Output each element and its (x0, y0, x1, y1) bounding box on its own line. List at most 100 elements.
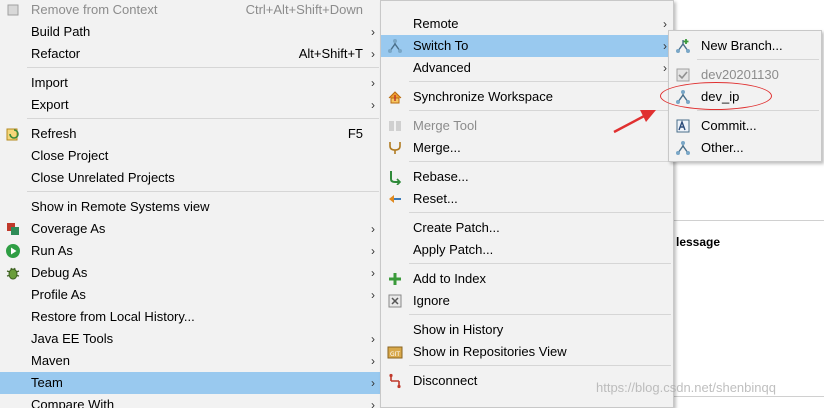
menu-item-coverage-as[interactable]: Coverage As › (0, 218, 381, 240)
menu-item-team[interactable]: Team › (0, 372, 381, 394)
run-icon (5, 243, 21, 259)
new-branch-icon (675, 38, 691, 54)
submenu-arrow-icon: › (371, 266, 375, 280)
menu-item-label: Remote (413, 16, 459, 31)
menu-item-label: Team (31, 375, 63, 390)
menu-item-remove-from-context[interactable]: Remove from Context Ctrl+Alt+Shift+Down (0, 0, 381, 21)
menu-item-label: Remove from Context (31, 2, 158, 17)
submenu-arrow-icon: › (371, 288, 375, 302)
menu-item-commit[interactable]: Commit... (669, 115, 821, 137)
menu-item-java-ee-tools[interactable]: Java EE Tools › (0, 328, 381, 350)
menu-item-merge[interactable]: Merge... (381, 137, 673, 159)
submenu-arrow-icon: › (371, 332, 375, 346)
submenu-arrow-icon: › (663, 61, 667, 75)
menu-item-debug-as[interactable]: Debug As › (0, 262, 381, 284)
submenu-arrow-icon: › (371, 354, 375, 368)
menu-separator (409, 212, 671, 213)
menu-separator (27, 67, 379, 68)
menu-item-reset[interactable]: Reset... (381, 188, 673, 210)
menu-item-label: Restore from Local History... (31, 309, 195, 324)
merge-icon (387, 140, 403, 156)
debug-icon (5, 265, 21, 281)
merge-tool-icon (387, 118, 403, 134)
menu-item-label: Show in History (413, 322, 504, 337)
menu-item-maven[interactable]: Maven › (0, 350, 381, 372)
submenu-arrow-icon: › (371, 47, 375, 61)
menu-item-label: Java EE Tools (31, 331, 114, 346)
git-repo-icon: GIT (387, 344, 403, 360)
menu-item-label: Refresh (31, 126, 77, 141)
ignore-icon (387, 293, 403, 309)
git-branch-icon (675, 140, 691, 156)
menu-item-synchronize-workspace[interactable]: Synchronize Workspace (381, 86, 673, 108)
menu-item-refresh[interactable]: Refresh F5 (0, 123, 381, 145)
menu-item-label: Other... (701, 140, 744, 155)
menu-item-label: Merge Tool (413, 118, 478, 133)
menu-item-show-in-history[interactable]: Show in History (381, 319, 673, 341)
menu-item-restore-local-history[interactable]: Restore from Local History... (0, 306, 381, 328)
annotation-arrow-icon (613, 110, 656, 134)
menu-item-label: Rebase... (413, 169, 469, 184)
menu-item-build-path[interactable]: Build Path › (0, 21, 381, 43)
menu-item-show-remote-systems[interactable]: Show in Remote Systems view (0, 196, 381, 218)
menu-item-label: Close Project (31, 148, 109, 163)
menu-item-close-project[interactable]: Close Project (0, 145, 381, 167)
menu-separator (27, 191, 379, 192)
menu-item-label: Apply Patch... (413, 242, 494, 257)
menu-item-switch-to[interactable]: Switch To › (381, 35, 673, 57)
checked-branch-icon (675, 67, 691, 83)
menu-item-refactor[interactable]: Refactor Alt+Shift+T › (0, 43, 381, 65)
disconnect-icon (387, 373, 403, 389)
menu-item-create-patch[interactable]: Create Patch... (381, 217, 673, 239)
submenu-arrow-icon: › (371, 398, 375, 408)
menu-item-run-as[interactable]: Run As › (0, 240, 381, 262)
team-submenu: Remote › Switch To › Advanced › Synchron… (380, 0, 674, 408)
submenu-arrow-icon: › (371, 25, 375, 39)
reset-icon (387, 191, 403, 207)
background-table-header: lessage (676, 235, 721, 249)
menu-item-label: Switch To (413, 38, 469, 53)
menu-item-label: Ignore (413, 293, 450, 308)
menu-item-label: Show in Repositories View (413, 344, 567, 359)
synchronize-icon (387, 89, 403, 105)
menu-item-add-to-index[interactable]: Add to Index (381, 268, 673, 290)
menu-item-close-unrelated-projects[interactable]: Close Unrelated Projects (0, 167, 381, 189)
menu-item-ignore[interactable]: Ignore (381, 290, 673, 312)
menu-item-accelerator: Alt+Shift+T (298, 46, 363, 61)
menu-item-accelerator: Ctrl+Alt+Shift+Down (245, 2, 363, 17)
menu-item-label: Run As (31, 243, 73, 258)
menu-item-other[interactable]: Other... (669, 137, 821, 159)
submenu-arrow-icon: › (371, 98, 375, 112)
menu-separator (27, 118, 379, 119)
refresh-icon (5, 126, 21, 142)
menu-item-import[interactable]: Import › (0, 72, 381, 94)
menu-item-advanced[interactable]: Advanced › (381, 57, 673, 79)
menu-item-remote[interactable]: Remote › (381, 13, 673, 35)
menu-item-label: Profile As (31, 287, 86, 302)
submenu-arrow-icon: › (663, 39, 667, 53)
menu-item-label: Merge... (413, 140, 461, 155)
menu-item-label: Advanced (413, 60, 471, 75)
menu-item-label: Maven (31, 353, 71, 368)
menu-item-label: Reset... (413, 191, 458, 206)
menu-item-apply-patch[interactable]: Apply Patch... (381, 239, 673, 261)
coverage-icon (5, 221, 21, 237)
highlight-ellipse (660, 82, 772, 110)
menu-item-show-in-repositories-view[interactable]: GIT Show in Repositories View (381, 341, 673, 363)
menu-item-profile-as[interactable]: Profile As › (0, 284, 381, 306)
menu-item-export[interactable]: Export › (0, 94, 381, 116)
menu-item-label: Close Unrelated Projects (31, 170, 175, 185)
git-branch-icon (387, 38, 403, 54)
menu-item-rebase[interactable]: Rebase... (381, 166, 673, 188)
add-index-icon (387, 271, 403, 287)
menu-item-label: Build Path (31, 24, 91, 39)
menu-separator (409, 161, 671, 162)
menu-item-new-branch[interactable]: New Branch... (669, 35, 821, 57)
submenu-arrow-icon: › (371, 76, 375, 90)
menu-item-label: Commit... (701, 118, 757, 133)
submenu-arrow-icon: › (663, 17, 667, 31)
menu-item-compare-with[interactable]: Compare With › (0, 394, 381, 408)
submenu-arrow-icon: › (371, 244, 375, 258)
menu-separator (697, 59, 819, 60)
menu-item-label: Disconnect (413, 373, 478, 388)
